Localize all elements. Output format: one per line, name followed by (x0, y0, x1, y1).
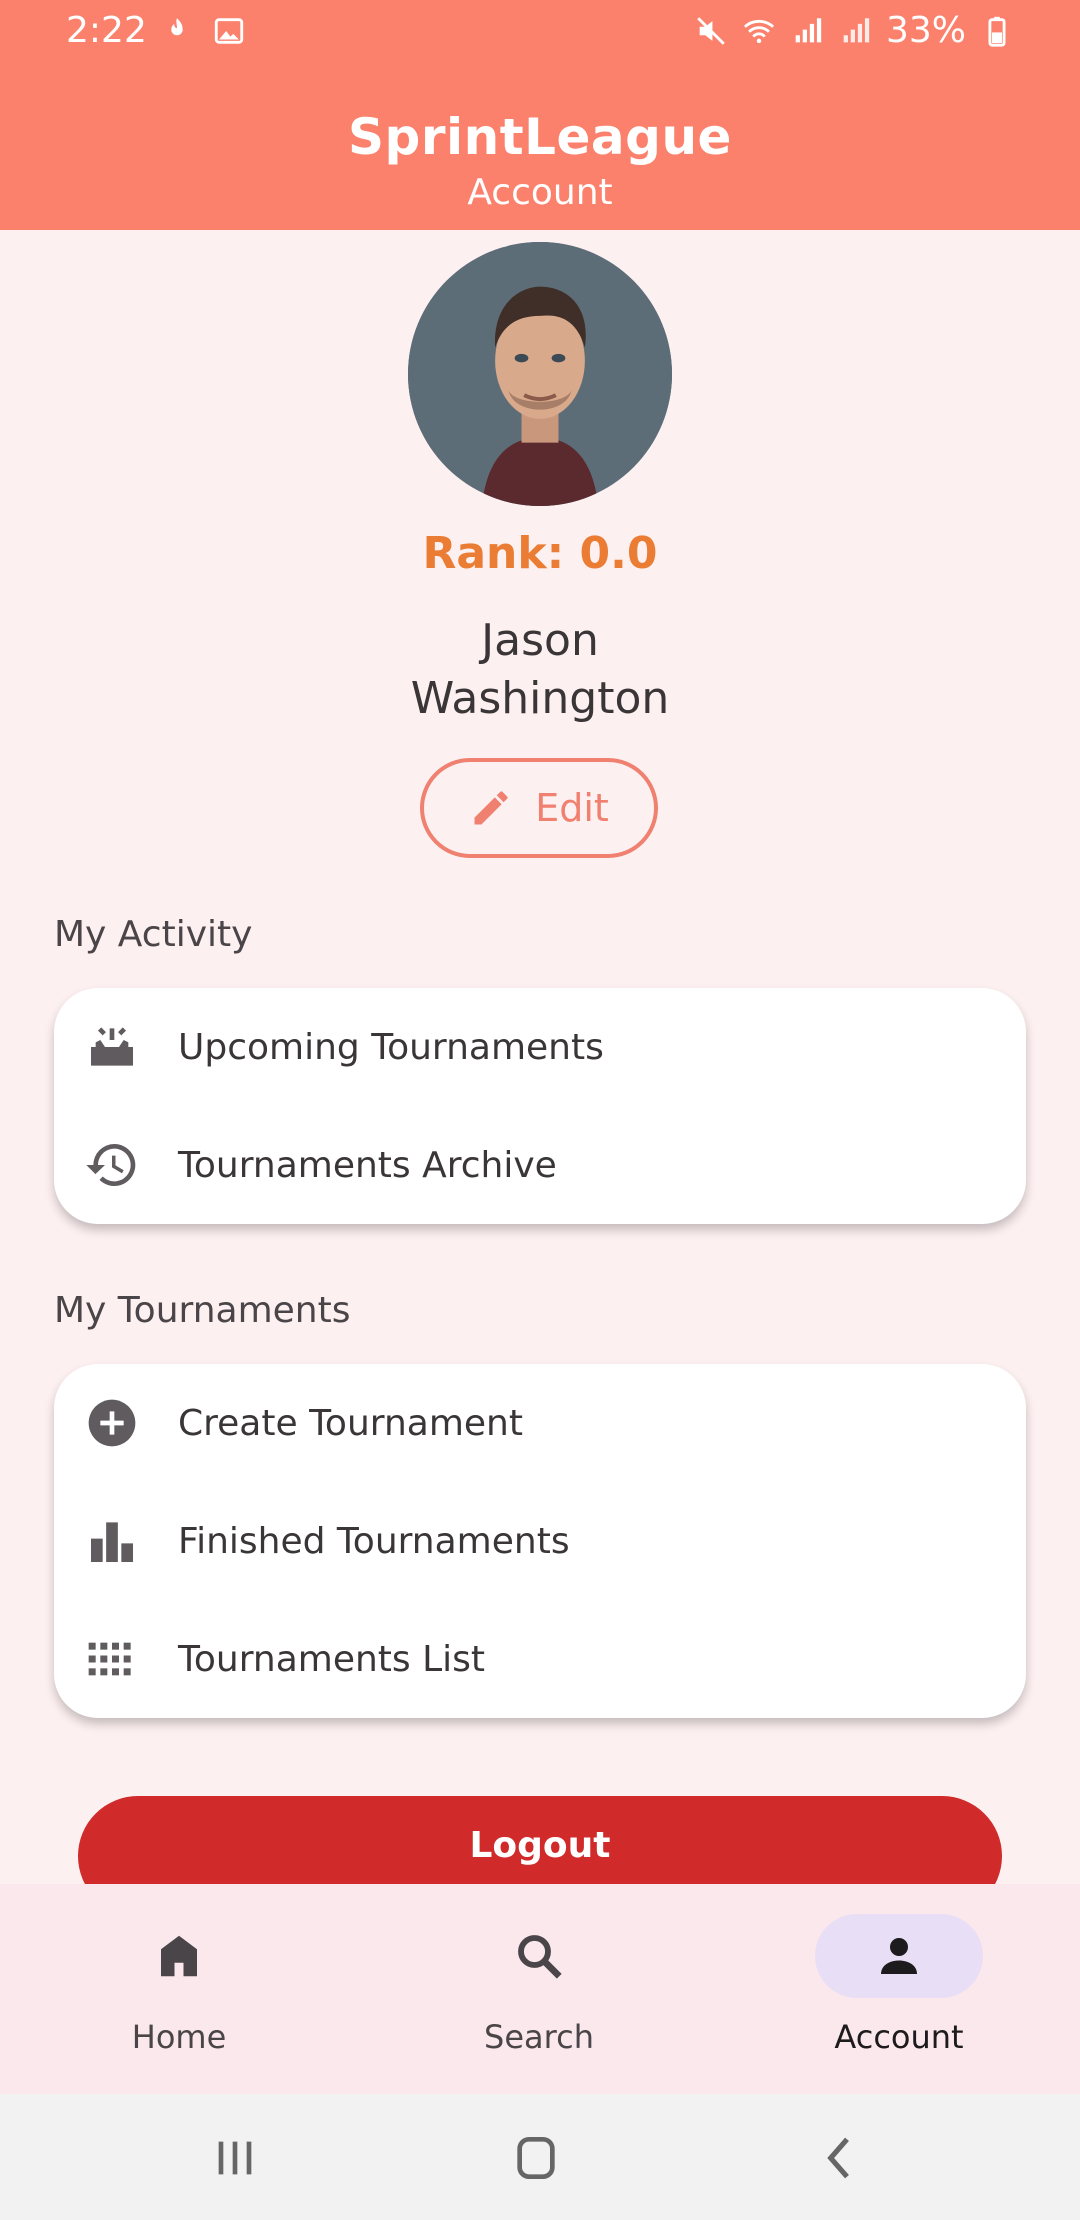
edit-profile-button[interactable]: Edit (420, 758, 658, 858)
system-navigation-bar (0, 2094, 1080, 2220)
nav-home-label: Home (131, 2018, 227, 2056)
upcoming-icon (82, 1017, 142, 1077)
edit-label: Edit (535, 786, 609, 830)
history-icon (82, 1135, 142, 1195)
status-time: 2:22 (66, 10, 147, 51)
nav-account-label: Account (834, 2018, 964, 2056)
battery-icon (988, 16, 1006, 47)
create-tournament-label: Create Tournament (178, 1402, 523, 1444)
avatar[interactable] (408, 242, 672, 506)
first-name: Jason (481, 615, 599, 666)
pencil-icon (474, 791, 508, 825)
upcoming-tournaments-label: Upcoming Tournaments (178, 1026, 604, 1068)
nav-home[interactable]: Home (69, 1914, 289, 2056)
create-tournament-item[interactable]: Create Tournament (54, 1364, 1026, 1482)
home-icon (161, 1935, 197, 1977)
grid-icon (82, 1629, 142, 1689)
avatar-photo (408, 242, 672, 506)
nav-account[interactable]: Account (789, 1914, 1009, 2056)
logout-button[interactable]: Logout (78, 1796, 1002, 1884)
tournaments-archive-label: Tournaments Archive (178, 1144, 557, 1186)
status-bar: 2:22 33% (0, 0, 1080, 62)
activity-card: Upcoming Tournaments Tournaments Archive (54, 988, 1026, 1224)
tournaments-card: Create Tournament Finished Tournaments T… (54, 1364, 1026, 1718)
battery-percent: 33% (885, 10, 966, 51)
app-header: 2:22 33% SprintLeague Account (0, 0, 1080, 230)
profile-name: Jason Washington (0, 612, 1080, 728)
add-circle-icon (82, 1393, 142, 1453)
mute-icon (697, 16, 725, 45)
signal-icon (795, 17, 822, 42)
nav-search[interactable]: Search (429, 1914, 649, 2056)
person-icon (881, 1938, 917, 1974)
back-icon[interactable] (810, 2130, 870, 2186)
nav-search-label: Search (484, 2018, 594, 2056)
my-activity-heading: My Activity (54, 914, 253, 955)
bar-chart-icon (82, 1511, 142, 1571)
gallery-icon (214, 18, 244, 44)
tournaments-list-label: Tournaments List (178, 1638, 486, 1680)
bottom-navigation: Home Search Account (0, 1884, 1080, 2094)
finished-tournaments-label: Finished Tournaments (178, 1520, 570, 1562)
wifi-icon (743, 19, 775, 43)
tournaments-list-item[interactable]: Tournaments List (54, 1600, 1026, 1718)
page-subtitle: Account (467, 172, 613, 213)
my-tournaments-heading: My Tournaments (54, 1290, 351, 1331)
finished-tournaments-item[interactable]: Finished Tournaments (54, 1482, 1026, 1600)
upcoming-tournaments-item[interactable]: Upcoming Tournaments (54, 988, 1026, 1106)
rank-label: Rank: 0.0 (422, 528, 658, 579)
home-button-icon[interactable] (506, 2130, 566, 2186)
notification-icon (171, 18, 183, 36)
tournaments-archive-item[interactable]: Tournaments Archive (54, 1106, 1026, 1224)
recent-apps-icon[interactable] (205, 2130, 265, 2186)
last-name: Washington (410, 673, 670, 724)
signal-icon-2 (843, 17, 870, 42)
app-title: SprintLeague (348, 108, 732, 166)
search-icon (518, 1935, 562, 1979)
